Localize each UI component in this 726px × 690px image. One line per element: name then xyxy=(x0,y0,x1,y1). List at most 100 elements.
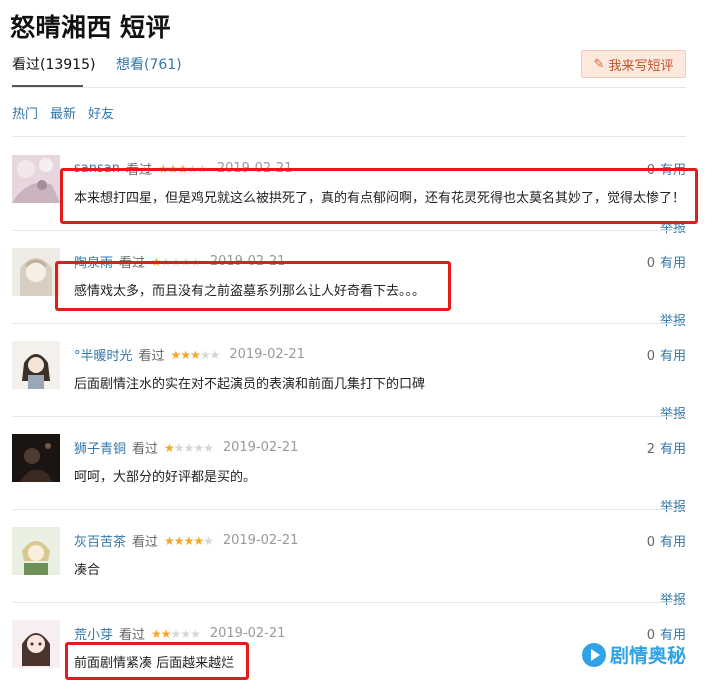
star-icon: ★ xyxy=(173,440,185,455)
sort-friends[interactable]: 好友 xyxy=(88,103,114,122)
useful-vote: 0 有用 xyxy=(647,252,686,271)
star-icon: ★ xyxy=(199,347,211,362)
comment-text: 呵呵，大部分的好评都是买的。 xyxy=(74,470,257,485)
report-link[interactable]: 举报 xyxy=(660,496,686,515)
useful-count: 0 xyxy=(646,163,655,178)
play-logo-icon xyxy=(582,642,606,667)
divider xyxy=(12,136,686,137)
watched-label: 看过 xyxy=(132,535,159,550)
username[interactable]: sansan xyxy=(74,161,120,176)
star-icon: ★ xyxy=(151,254,162,269)
username[interactable]: °半暖时光 xyxy=(74,345,133,364)
rating-stars: ★★★★★ xyxy=(164,440,214,455)
comment-meta: 陶泉雨 看过 ★★★★★ 2019-02-21 xyxy=(74,252,285,271)
comment-item: 狮子青铜 看过 ★★★★★ 2019-02-21 2 有用 呵呵，大部分的好评都是… xyxy=(12,434,686,526)
star-icon: ★ xyxy=(183,533,195,548)
comment-text: 前面剧情紧凑 后面越来越烂 xyxy=(74,656,235,671)
avatar[interactable] xyxy=(12,248,60,296)
tab-watched[interactable]: 看过(13915) xyxy=(12,54,95,88)
star-icon: ★ xyxy=(160,626,172,641)
page-title-sub: 短评 xyxy=(120,13,172,42)
sort-hot[interactable]: 热门 xyxy=(12,103,38,122)
tab-bar: 看过(13915) 想看(761) xyxy=(12,54,182,88)
comment-text: 感情戏太多，而且没有之前盗墓系列那么让人好奇看下去。。。 xyxy=(74,284,426,299)
rating-stars: ★★★★★ xyxy=(151,254,201,269)
comment-meta: °半暖时光 看过 ★★★★★ 2019-02-21 xyxy=(74,345,305,364)
divider xyxy=(12,602,686,603)
rating-stars: ★★★★★ xyxy=(164,533,214,548)
star-icon: ★ xyxy=(180,254,191,269)
useful-count: 0 xyxy=(646,535,655,550)
star-icon: ★ xyxy=(151,626,162,641)
useful-count: 2 xyxy=(646,442,655,457)
report-link[interactable]: 举报 xyxy=(660,310,686,329)
report-link[interactable]: 举报 xyxy=(660,217,686,236)
star-icon: ★ xyxy=(164,440,175,455)
comment-item: 陶泉雨 看过 ★★★★★ 2019-02-21 0 有用 感情戏太多，而且没有之前… xyxy=(12,248,686,340)
report-link[interactable]: 举报 xyxy=(660,403,686,422)
write-review-button[interactable]: ✎ 我来写短评 xyxy=(581,50,686,78)
comment-item: 灰百苦茶 看过 ★★★★★ 2019-02-21 0 有用 凑合 举报 xyxy=(12,527,686,619)
username[interactable]: 灰百苦茶 xyxy=(74,531,126,550)
avatar[interactable] xyxy=(12,527,60,575)
star-icon: ★ xyxy=(190,626,201,641)
comment-meta: 灰百苦茶 看过 ★★★★★ 2019-02-21 xyxy=(74,531,298,550)
divider xyxy=(12,230,686,231)
star-icon: ★ xyxy=(170,347,182,362)
star-icon: ★ xyxy=(173,533,185,548)
star-icon: ★ xyxy=(180,347,191,362)
comment-date: 2019-02-21 xyxy=(229,347,305,362)
watched-label: 看过 xyxy=(138,349,165,364)
star-icon: ★ xyxy=(203,440,214,455)
divider xyxy=(12,509,686,510)
watched-label: 看过 xyxy=(119,256,146,271)
useful-button[interactable]: 有用 xyxy=(660,442,686,457)
comment-meta: 荒小芽 看过 ★★★★★ 2019-02-21 xyxy=(74,624,285,643)
useful-button[interactable]: 有用 xyxy=(660,349,686,364)
tab-want-to-watch[interactable]: 想看(761) xyxy=(116,54,182,88)
comment-meta: sansan 看过 ★★★★★ 2019-02-21 xyxy=(74,159,292,178)
watched-label: 看过 xyxy=(132,442,159,457)
avatar[interactable] xyxy=(12,620,60,668)
star-icon: ★ xyxy=(160,254,172,269)
comment-text: 本来想打四星，但是鸡兄就这么被拱死了，真的有点郁闷啊，还有花灵死得也太莫名其妙了… xyxy=(74,191,686,206)
comment-date: 2019-02-21 xyxy=(209,254,286,269)
useful-button[interactable]: 有用 xyxy=(660,256,686,271)
star-icon: ★ xyxy=(193,533,204,548)
avatar[interactable] xyxy=(12,434,60,482)
star-icon: ★ xyxy=(180,626,191,641)
username[interactable]: 陶泉雨 xyxy=(74,252,113,271)
watermark: 剧情奥秘 xyxy=(582,641,686,668)
star-icon: ★ xyxy=(193,440,204,455)
page-title-main: 怒晴湘西 xyxy=(10,13,113,42)
sort-latest[interactable]: 最新 xyxy=(50,103,76,122)
comment-meta: 狮子青铜 看过 ★★★★★ 2019-02-21 xyxy=(74,438,298,457)
page: 怒晴湘西 短评 看过(13915) 想看(761) ✎ 我来写短评 热门 最新 好… xyxy=(0,0,726,690)
username[interactable]: 荒小芽 xyxy=(74,624,113,643)
rating-stars: ★★★★★ xyxy=(151,626,201,641)
comment-date: 2019-02-21 xyxy=(209,626,286,641)
comment-date: 2019-02-21 xyxy=(222,533,299,548)
comment-item: sansan 看过 ★★★★★ 2019-02-21 0 有用 本来想打四星，但是… xyxy=(12,155,686,247)
useful-count: 0 xyxy=(646,349,655,364)
avatar[interactable] xyxy=(12,341,60,389)
useful-button[interactable]: 有用 xyxy=(660,163,686,178)
star-icon: ★ xyxy=(164,533,175,548)
rating-stars: ★★★★★ xyxy=(170,347,221,362)
report-link[interactable]: 举报 xyxy=(660,589,686,608)
star-icon: ★ xyxy=(170,626,182,641)
sort-links: 热门 最新 好友 xyxy=(12,103,114,122)
comment-text: 后面剧情注水的实在对不起演员的表演和前面几集打下的口碑 xyxy=(74,377,426,392)
avatar[interactable] xyxy=(12,155,60,203)
star-icon: ★ xyxy=(157,161,169,176)
star-icon: ★ xyxy=(190,254,201,269)
star-icon: ★ xyxy=(203,533,214,548)
star-icon: ★ xyxy=(209,347,221,362)
star-icon: ★ xyxy=(170,254,182,269)
useful-button[interactable]: 有用 xyxy=(660,535,686,550)
username[interactable]: 狮子青铜 xyxy=(74,438,126,457)
watched-label: 看过 xyxy=(125,163,152,178)
star-icon: ★ xyxy=(187,161,198,176)
comment-text: 凑合 xyxy=(74,563,101,578)
useful-vote: 2 有用 xyxy=(647,438,686,457)
